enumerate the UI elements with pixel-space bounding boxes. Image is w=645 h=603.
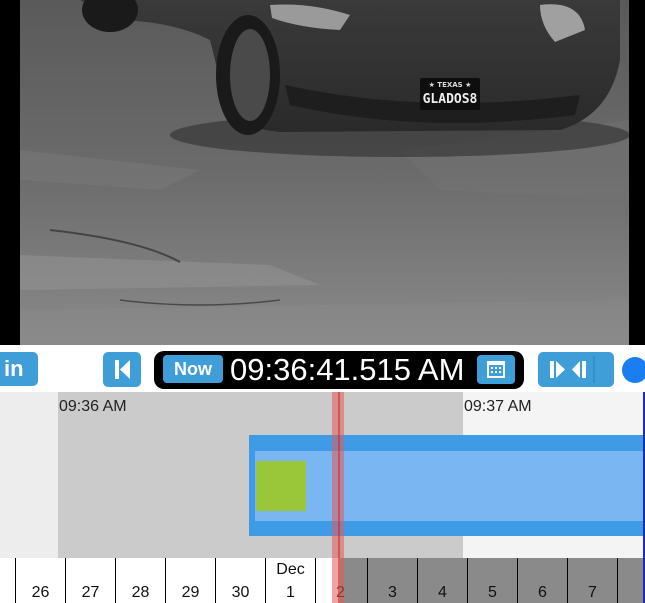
zoom-in-label: in	[4, 356, 24, 381]
date-ruler-day[interactable]: 27	[65, 558, 115, 603]
day-number: 6	[538, 584, 547, 601]
live-indicator[interactable]	[622, 357, 645, 383]
day-number: 1	[286, 584, 295, 601]
skip-to-start-icon	[115, 360, 130, 379]
date-ruler-day[interactable]: 26	[15, 558, 65, 603]
zoom-in-button[interactable]: in	[0, 352, 38, 386]
camera-image: ★ TEXAS ★ GLADOS8	[20, 0, 629, 345]
now-button[interactable]: Now	[163, 355, 223, 383]
calendar-icon	[487, 361, 505, 378]
day-number: 27	[81, 584, 100, 601]
timeline-tick-label: 09:36 AM	[59, 398, 127, 415]
calendar-button[interactable]	[477, 355, 515, 384]
date-ruler-day[interactable]: 4	[417, 558, 467, 603]
day-number: 3	[388, 584, 397, 601]
now-label: Now	[174, 359, 212, 379]
date-ruler-day[interactable]: 5	[467, 558, 517, 603]
step-forward-icon	[550, 356, 595, 383]
recording-segment-inner	[255, 451, 645, 521]
date-ruler-day[interactable]: 3	[367, 558, 417, 603]
day-number: 28	[131, 584, 150, 601]
video-letterbox-right	[629, 0, 645, 345]
date-ruler-day[interactable]: 30	[215, 558, 265, 603]
day-number: 5	[488, 584, 497, 601]
skip-to-start-button[interactable]	[103, 352, 141, 387]
date-ruler-day[interactable]: 6	[517, 558, 567, 603]
day-number: 29	[181, 584, 200, 601]
video-viewport[interactable]: ★ TEXAS ★ GLADOS8	[0, 0, 645, 345]
date-ruler-day[interactable]: 29	[165, 558, 215, 603]
current-time: 09:36:41.515 AM	[230, 352, 465, 387]
day-number: 30	[231, 584, 250, 601]
plate-state: ★ TEXAS ★	[429, 81, 472, 89]
playhead-line	[338, 392, 340, 603]
date-ruler-day[interactable]: 7	[567, 558, 617, 603]
month-label: Dec	[276, 561, 305, 578]
day-number: 26	[31, 584, 50, 601]
day-number: 4	[438, 584, 447, 601]
date-ruler-day[interactable]: 28	[115, 558, 165, 603]
date-ruler-day[interactable]: Dec 1	[265, 558, 315, 603]
motion-event-marker[interactable]	[256, 461, 306, 511]
date-ruler-day-partial	[617, 558, 645, 603]
frame-step-buttons[interactable]	[538, 352, 614, 387]
day-number: 7	[588, 584, 597, 601]
camera-frame: ★ TEXAS ★ GLADOS8	[20, 0, 629, 345]
timeline-tick-label: 09:37 AM	[464, 398, 532, 415]
plate-number: GLADOS8	[423, 92, 478, 107]
